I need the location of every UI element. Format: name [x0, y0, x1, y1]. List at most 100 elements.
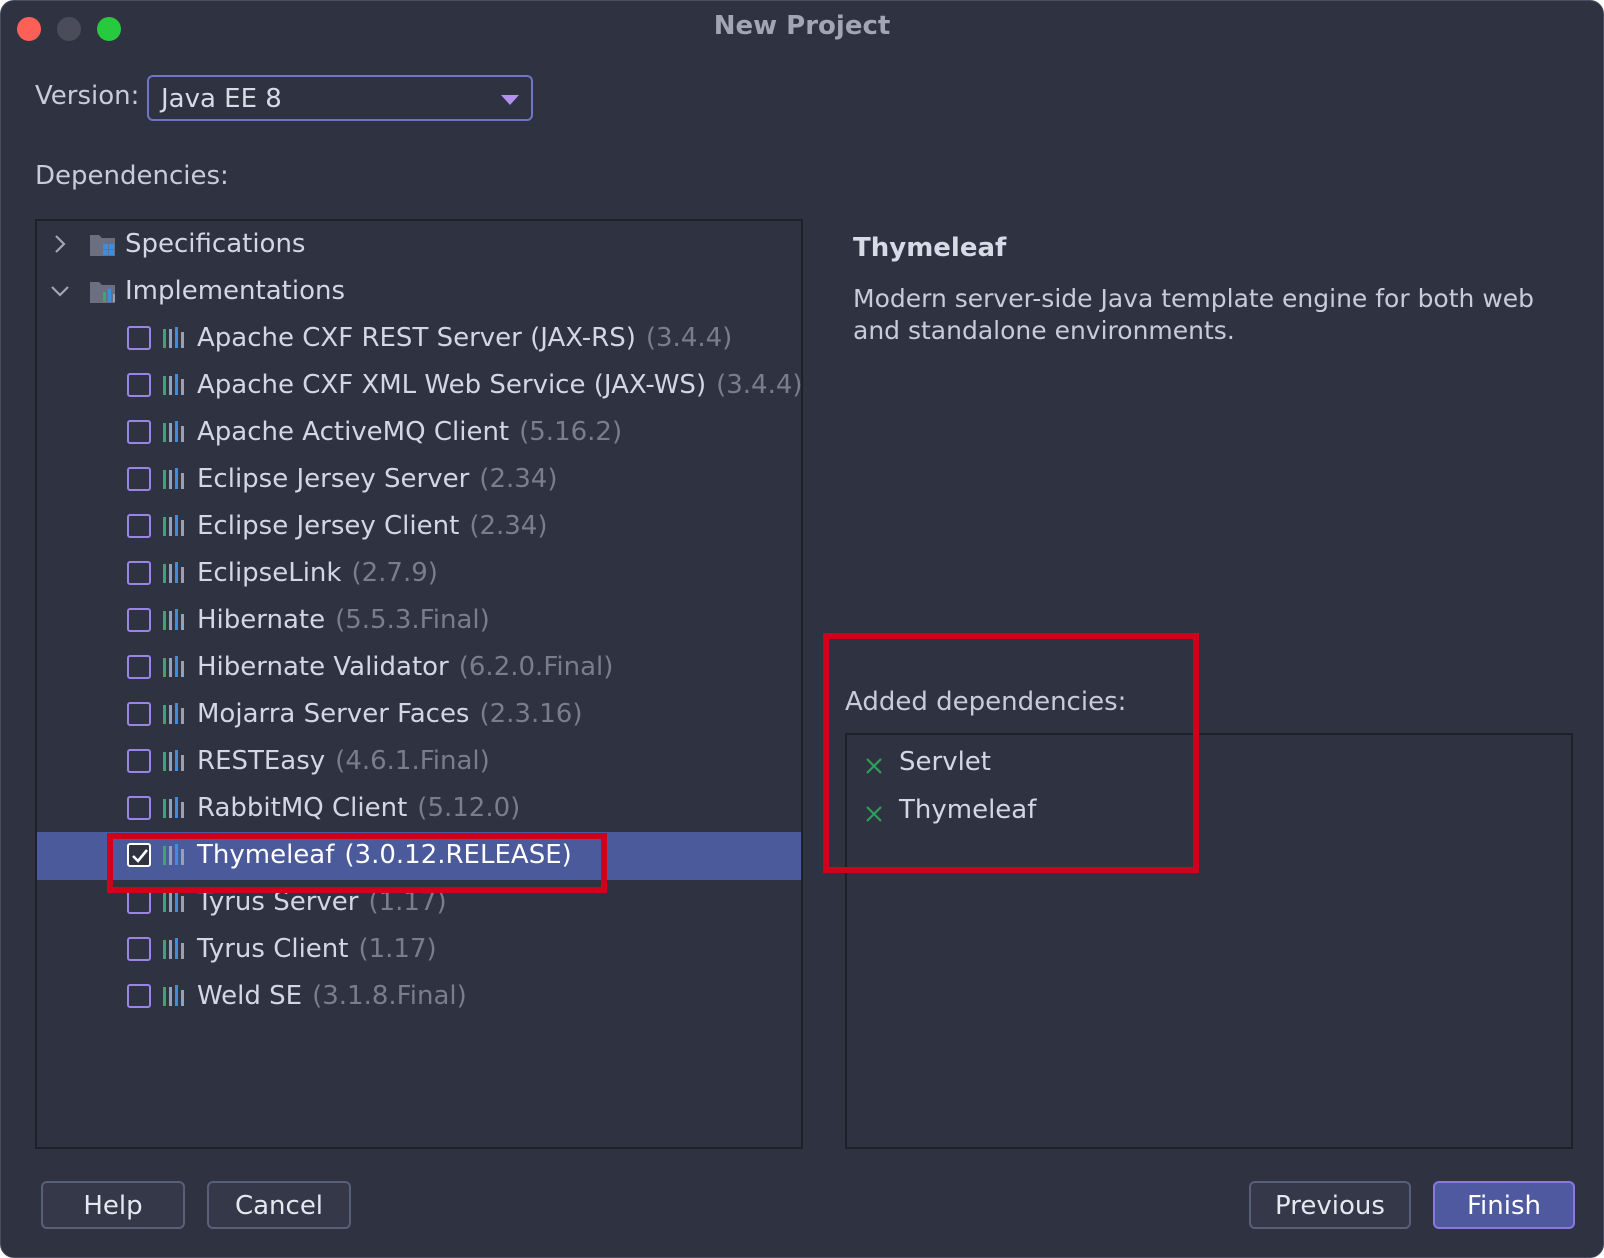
dependency-row[interactable]: Eclipse Jersey Server (2.34)	[37, 456, 801, 504]
title-bar: New Project	[1, 1, 1603, 55]
library-icon	[163, 938, 184, 959]
dependency-row[interactable]: RESTEasy (4.6.1.Final)	[37, 738, 801, 786]
dependency-checkbox[interactable]	[127, 467, 151, 491]
dependency-row[interactable]: Apache ActiveMQ Client (5.16.2)	[37, 409, 801, 457]
library-icon	[163, 562, 184, 583]
dependency-version: (2.34)	[469, 511, 548, 541]
dependency-name: Tyrus Server	[197, 887, 359, 917]
dependency-name: RESTEasy	[197, 746, 326, 776]
dependency-version: (2.7.9)	[351, 558, 438, 588]
library-icon	[163, 891, 184, 912]
remove-icon[interactable]	[863, 803, 885, 825]
library-icon	[163, 515, 184, 536]
dependency-checkbox[interactable]	[127, 890, 151, 914]
library-icon	[163, 844, 184, 865]
version-value: Java EE 8	[161, 84, 282, 114]
dependency-version: (5.16.2)	[519, 417, 623, 447]
library-icon	[163, 374, 184, 395]
dependency-row[interactable]: Tyrus Server (1.17)	[37, 879, 801, 927]
dependency-row[interactable]: Eclipse Jersey Client (2.34)	[37, 503, 801, 551]
dependency-label: Tyrus Server (1.17)	[197, 887, 447, 917]
group-label-implementations: Implementations	[125, 276, 345, 306]
dependency-version: (2.3.16)	[479, 699, 583, 729]
window-title: New Project	[713, 11, 891, 41]
help-button[interactable]: Help	[41, 1181, 185, 1229]
dependency-label: Eclipse Jersey Client (2.34)	[197, 511, 548, 541]
dependency-row[interactable]: Thymeleaf (3.0.12.RELEASE)	[37, 832, 801, 880]
dependency-row[interactable]: EclipseLink (2.7.9)	[37, 550, 801, 598]
library-icon	[163, 656, 184, 677]
remove-icon[interactable]	[863, 755, 885, 777]
library-icon	[163, 985, 184, 1006]
dependency-label: Apache ActiveMQ Client (5.16.2)	[197, 417, 622, 447]
dependency-label: EclipseLink (2.7.9)	[197, 558, 438, 588]
dependency-name: Hibernate Validator	[197, 652, 449, 682]
dependency-row[interactable]: Tyrus Client (1.17)	[37, 926, 801, 974]
dependency-row[interactable]: Hibernate (5.5.3.Final)	[37, 597, 801, 645]
chevron-down-icon[interactable]	[47, 278, 73, 304]
dependency-version: (3.0.12.RELEASE)	[344, 840, 572, 870]
dependency-checkbox[interactable]	[127, 420, 151, 444]
dependency-version: (3.1.8.Final)	[312, 981, 467, 1011]
dependency-version: (3.4.4)	[645, 323, 733, 353]
dependency-checkbox[interactable]	[127, 796, 151, 820]
chevron-down-icon	[501, 95, 519, 105]
dependency-name: Eclipse Jersey Server	[197, 464, 470, 494]
library-icon	[163, 703, 184, 724]
dependency-checkbox[interactable]	[127, 326, 151, 350]
dependency-name: Eclipse Jersey Client	[197, 511, 460, 541]
cancel-button[interactable]: Cancel	[207, 1181, 351, 1229]
description-title: Thymeleaf	[853, 233, 1007, 263]
dependency-row[interactable]: Apache CXF REST Server (JAX-RS) (3.4.4)	[37, 315, 801, 363]
dependency-checkbox[interactable]	[127, 843, 151, 867]
dependency-version: (1.17)	[368, 887, 447, 917]
dependency-row[interactable]: Weld SE (3.1.8.Final)	[37, 973, 801, 1021]
chevron-right-icon[interactable]	[47, 231, 73, 257]
folder-impl-icon	[90, 282, 115, 303]
tree-group-specifications[interactable]: Specifications	[37, 221, 801, 269]
added-dependencies-list: Servlet Thymeleaf	[845, 733, 1573, 1149]
version-label: Version:	[35, 81, 140, 111]
dependency-label: Apache CXF XML Web Service (JAX-WS) (3.4.…	[197, 370, 803, 400]
dependency-label: RabbitMQ Client (5.12.0)	[197, 793, 520, 823]
dependencies-tree[interactable]: Specifications Implementations Apache CX…	[35, 219, 803, 1149]
dependencies-label: Dependencies:	[35, 161, 229, 191]
dependency-version: (6.2.0.Final)	[458, 652, 614, 682]
finish-button[interactable]: Finish	[1433, 1181, 1575, 1229]
dependency-checkbox[interactable]	[127, 749, 151, 773]
added-item-label: Thymeleaf	[899, 795, 1037, 825]
dependency-label: Eclipse Jersey Server (2.34)	[197, 464, 557, 494]
tree-group-implementations[interactable]: Implementations	[37, 268, 801, 316]
dependency-checkbox[interactable]	[127, 702, 151, 726]
dependency-row[interactable]: Apache CXF XML Web Service (JAX-WS) (3.4.…	[37, 362, 801, 410]
dependency-label: Mojarra Server Faces (2.3.16)	[197, 699, 582, 729]
checkmark-icon	[132, 849, 149, 863]
previous-button[interactable]: Previous	[1249, 1181, 1411, 1229]
dependency-row[interactable]: RabbitMQ Client (5.12.0)	[37, 785, 801, 833]
dependency-version: (3.4.4)	[716, 370, 803, 400]
library-icon	[163, 609, 184, 630]
dependency-checkbox[interactable]	[127, 655, 151, 679]
dependency-label: Apache CXF REST Server (JAX-RS) (3.4.4)	[197, 323, 732, 353]
dependency-checkbox[interactable]	[127, 937, 151, 961]
dependency-label: Tyrus Client (1.17)	[197, 934, 437, 964]
dependency-name: RabbitMQ Client	[197, 793, 408, 823]
dependency-checkbox[interactable]	[127, 561, 151, 585]
version-dropdown[interactable]: Java EE 8	[147, 75, 533, 121]
added-dependencies-label: Added dependencies:	[845, 687, 1127, 717]
dependency-row[interactable]: Hibernate Validator (6.2.0.Final)	[37, 644, 801, 692]
dependency-checkbox[interactable]	[127, 984, 151, 1008]
dependency-checkbox[interactable]	[127, 514, 151, 538]
dependency-row[interactable]: Mojarra Server Faces (2.3.16)	[37, 691, 801, 739]
dependency-version: (5.12.0)	[417, 793, 521, 823]
dependency-label: Hibernate Validator (6.2.0.Final)	[197, 652, 613, 682]
dependency-name: Apache CXF REST Server (JAX-RS)	[197, 323, 636, 353]
dependency-version: (4.6.1.Final)	[335, 746, 490, 776]
dependency-checkbox[interactable]	[127, 608, 151, 632]
dependency-name: Hibernate	[197, 605, 326, 635]
dependency-label: Weld SE (3.1.8.Final)	[197, 981, 467, 1011]
new-project-dialog: New Project Version: Java EE 8 Dependenc…	[0, 0, 1604, 1258]
dependency-label: Thymeleaf (3.0.12.RELEASE)	[197, 840, 572, 870]
folder-spec-icon	[90, 235, 115, 256]
dependency-checkbox[interactable]	[127, 373, 151, 397]
